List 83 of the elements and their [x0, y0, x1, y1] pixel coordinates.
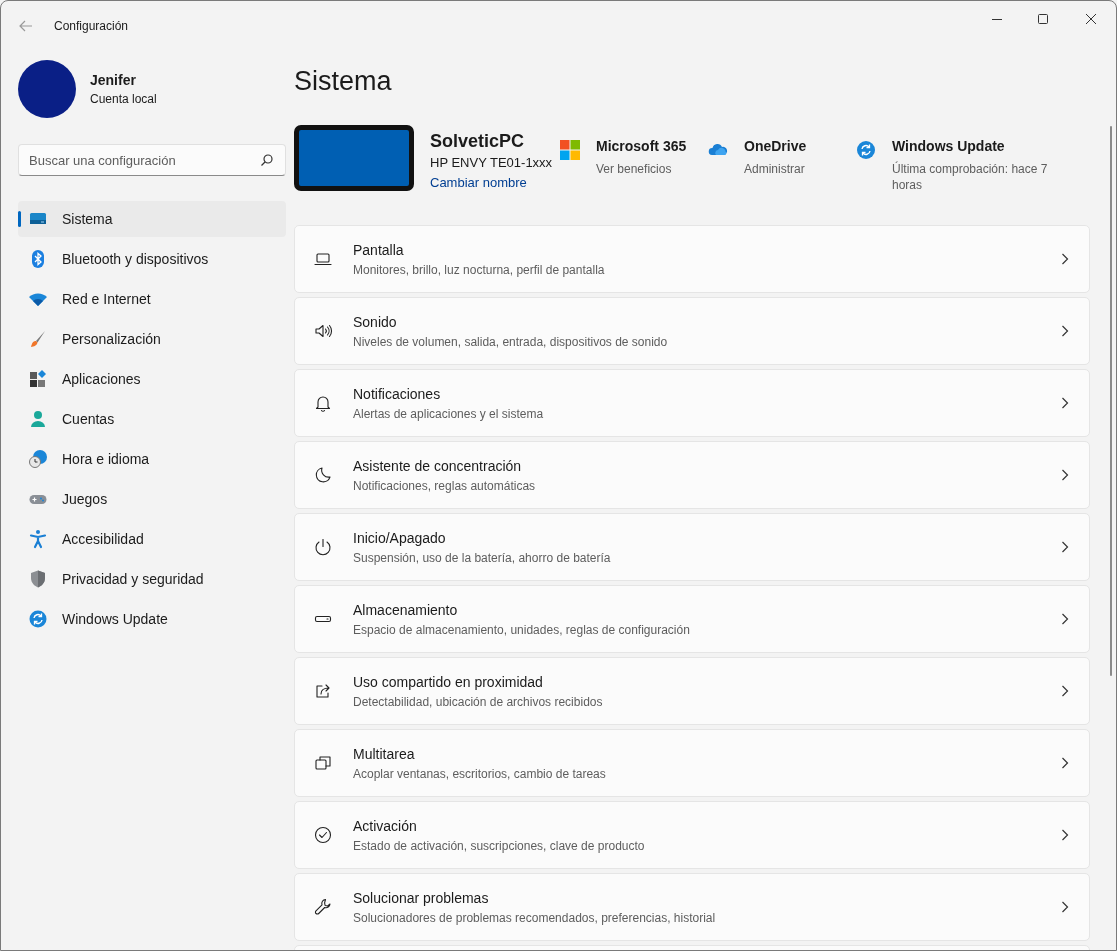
sidebar-item[interactable]: Privacidad y seguridad — [18, 561, 286, 597]
device-name: SolveticPC — [430, 131, 526, 152]
chevron-icon — [1061, 685, 1069, 697]
bell-icon — [313, 393, 333, 413]
setting-title: Inicio/Apagado — [353, 529, 447, 546]
update-icon — [28, 609, 48, 629]
setting-description: Solucionadores de problemas recomendados, preferencias, historial — [353, 910, 717, 925]
service-status: Última comprobación: hace 7 horas — [892, 161, 1049, 193]
chevron-icon — [1061, 901, 1069, 913]
setting-description: Espacio de almacenamiento, unidades, reglas de configuración — [353, 622, 691, 637]
sidebar-item[interactable]: Bluetooth y dispositivos — [18, 241, 286, 277]
setting-title: Multitarea — [353, 745, 416, 762]
chevron-icon — [1061, 397, 1069, 409]
moon-icon — [313, 465, 333, 485]
chevron-icon — [1061, 829, 1069, 841]
sidebar-item[interactable]: Aplicaciones — [18, 361, 286, 397]
setting-description: Monitores, brillo, luz nocturna, perfil de pantalla — [353, 262, 606, 277]
accessibility-icon — [28, 529, 48, 549]
setting-title: Notificaciones — [353, 385, 442, 402]
settings-card[interactable]: Inicio/Apagado Suspensión, uso de la batería, ahorro de batería — [294, 513, 1090, 581]
sidebar-item[interactable]: Red e Internet — [18, 281, 286, 317]
chevron-icon — [1061, 541, 1069, 553]
setting-title: Activación — [353, 817, 418, 834]
setting-description: Niveles de volumen, salida, entrada, dispositivos de sonido — [353, 334, 669, 349]
shield-icon — [28, 569, 48, 589]
settings-card[interactable]: Pantalla Monitores, brillo, luz nocturna, perfil de pantalla — [294, 225, 1090, 293]
settings-card[interactable]: Uso compartido en proximidad Detectabilidad, ubicación de archivos recibidos — [294, 657, 1090, 725]
settings-card[interactable]: Almacenamiento Espacio de almacenamiento, unidades, reglas de configuración — [294, 585, 1090, 653]
settings-card[interactable]: Sonido Niveles de volumen, salida, entrada, dispositivos de sonido — [294, 297, 1090, 365]
update-icon — [856, 140, 876, 160]
setting-description: Detectabilidad, ubicación de archivos recibidos — [353, 694, 604, 709]
power-icon — [313, 537, 333, 557]
service-title: OneDrive — [744, 138, 807, 154]
service-status: Administrar — [744, 161, 806, 177]
page-title: Sistema — [294, 65, 392, 98]
clock-globe-icon — [28, 449, 48, 469]
setting-title: Almacenamiento — [353, 601, 459, 618]
setting-title: Solucionar problemas — [353, 889, 490, 906]
person-icon — [28, 409, 48, 429]
setting-description: Estado de activación, suscripciones, clave de producto — [353, 838, 646, 853]
setting-description: Alertas de aplicaciones y el sistema — [353, 406, 545, 421]
sidebar-item[interactable]: Juegos — [18, 481, 286, 517]
service-title: Windows Update — [892, 138, 1006, 154]
close-icon — [1085, 13, 1097, 25]
setting-title: Asistente de concentración — [353, 457, 523, 474]
rename-link[interactable]: Cambiar nombre — [430, 175, 527, 190]
chevron-icon — [1061, 757, 1069, 769]
settings-card[interactable]: Asistente de concentración Notificaciones, reglas automáticas — [294, 441, 1090, 509]
setting-title: Pantalla — [353, 241, 405, 258]
check-circle-icon — [313, 825, 333, 845]
maximize-icon — [1037, 13, 1049, 25]
chevron-icon — [1061, 325, 1069, 337]
service-title: Microsoft 365 — [596, 138, 687, 154]
settings-card[interactable]: Multitarea Acoplar ventanas, escritorios, cambio de tareas — [294, 729, 1090, 797]
sidebar-item[interactable]: Personalización — [18, 321, 286, 357]
window-title: Configuración — [54, 19, 129, 33]
sidebar-item[interactable]: Cuentas — [18, 401, 286, 437]
sidebar-item[interactable]: Hora e idioma — [18, 441, 286, 477]
chevron-icon — [1061, 253, 1069, 265]
account-name: Jenifer — [90, 72, 137, 88]
service-status: Ver beneficios — [596, 161, 673, 177]
windows-stack-icon — [313, 753, 333, 773]
chevron-icon — [1061, 469, 1069, 481]
avatar — [18, 60, 76, 118]
settings-card[interactable]: Notificaciones Alertas de aplicaciones y el sistema — [294, 369, 1090, 437]
chevron-icon — [1061, 613, 1069, 625]
sidebar-item[interactable]: Windows Update — [18, 601, 286, 637]
search-field[interactable]: Buscar una configuración — [18, 144, 286, 176]
sidebar-item[interactable]: Accesibilidad — [18, 521, 286, 557]
search-icon — [260, 153, 274, 167]
setting-title: Uso compartido en proximidad — [353, 673, 544, 690]
setting-title: Sonido — [353, 313, 398, 330]
device-model: HP ENVY TE01-1xxx — [430, 155, 554, 170]
account-type: Cuenta local — [90, 92, 157, 106]
apps-icon — [28, 369, 48, 389]
wrench-icon — [313, 897, 333, 917]
setting-description: Suspensión, uso de la batería, ahorro de batería — [353, 550, 612, 565]
setting-description: Notificaciones, reglas automáticas — [353, 478, 537, 493]
settings-card[interactable]: Solucionar problemas Solucionadores de problemas recomendados, preferencias, historial — [294, 873, 1090, 941]
sidebar-item[interactable]: Sistema — [18, 201, 286, 237]
office-squares-icon — [560, 140, 580, 160]
setting-description: Acoplar ventanas, escritorios, cambio de tareas — [353, 766, 607, 781]
settings-card[interactable]: Activación Estado de activación, suscripciones, clave de producto — [294, 801, 1090, 869]
